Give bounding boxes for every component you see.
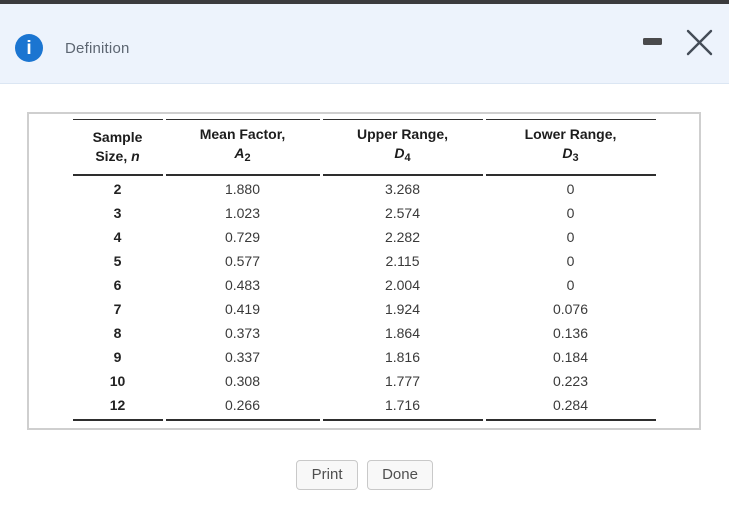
column-header: Sample Size, n [72, 119, 163, 176]
table-cell: 8 [113, 325, 122, 341]
table-cell: 2.574 [384, 205, 421, 221]
dialog-header: i Definition [0, 4, 729, 84]
table-cell: 4 [113, 229, 122, 245]
table-row: 2 1.880 3.268 0 [73, 176, 656, 202]
table-cell: 0.419 [224, 301, 261, 317]
print-button[interactable]: Print [296, 460, 359, 490]
done-button[interactable]: Done [367, 460, 433, 490]
table-cell: 0.223 [552, 373, 589, 389]
table-cell: 3 [113, 205, 122, 221]
table-cell: 1.880 [224, 181, 261, 197]
close-button[interactable] [683, 26, 716, 59]
table-cell: 0 [566, 277, 575, 293]
table-cell: 0.729 [224, 229, 261, 245]
table-cell: 0.483 [224, 277, 261, 293]
definition-dialog: i Definition Sample Size, n Mean Factor, A2… [0, 0, 729, 490]
table-row: 12 0.266 1.716 0.284 [72, 394, 656, 421]
table-cell: 0 [566, 205, 575, 221]
table-cell: 10 [109, 373, 126, 389]
table-cell: 0.577 [224, 253, 261, 269]
minimize-icon [642, 37, 662, 45]
table-row: 7 0.419 1.924 0.076 [73, 298, 656, 322]
column-header: Mean Factor, A2 [165, 119, 320, 176]
table-cell: 2.115 [385, 253, 420, 269]
table-cell: 0.308 [224, 373, 261, 389]
minimize-button[interactable] [637, 30, 667, 52]
table-cell: 0.266 [165, 394, 320, 421]
table-cell: 0.076 [552, 301, 589, 317]
table-cell: 0 [566, 229, 575, 245]
table-row: 5 0.577 2.115 0 [73, 250, 656, 274]
dialog-title: Definition [65, 40, 130, 57]
table-cell: 0.136 [552, 325, 589, 341]
table-cell: 2.004 [384, 277, 421, 293]
control-chart-factors-table: Sample Size, n Mean Factor, A2 Upper Range, D… [70, 119, 659, 421]
dialog-button-row: Print Done [0, 460, 729, 490]
table-row: 3 1.023 2.574 0 [73, 202, 656, 226]
table-panel: Sample Size, n Mean Factor, A2 Upper Range, D… [27, 112, 701, 430]
table-cell: 2 [113, 181, 122, 197]
close-icon [686, 29, 713, 56]
table-cell: 0.337 [224, 349, 261, 365]
table-cell: 12 [72, 394, 163, 421]
table-cell: 7 [113, 301, 122, 317]
table-cell: 0.373 [224, 325, 261, 341]
table-cell: 1.716 [322, 394, 483, 421]
table-cell: 5 [113, 253, 122, 269]
table-row: 8 0.373 1.864 0.136 [73, 322, 656, 346]
info-icon: i [15, 34, 43, 62]
table-cell: 0.184 [552, 349, 589, 365]
table-cell: 9 [113, 349, 122, 365]
table-cell: 0 [566, 181, 575, 197]
column-header: Upper Range, D4 [322, 119, 483, 176]
table-cell: 0.284 [485, 394, 656, 421]
table-cell: 1.816 [384, 349, 421, 365]
table-row: 10 0.308 1.777 0.223 [73, 370, 656, 394]
table-row: 9 0.337 1.816 0.184 [73, 346, 656, 370]
table-cell: 2.282 [384, 229, 421, 245]
table-cell: 6 [113, 277, 122, 293]
table-cell: 3.268 [384, 181, 421, 197]
table-header-row: Sample Size, n Mean Factor, A2 Upper Range, D… [72, 119, 656, 176]
table-cell: 1.924 [384, 301, 421, 317]
column-header: Lower Range, D3 [485, 119, 656, 176]
table-cell: 0 [566, 253, 575, 269]
table-cell: 1.777 [384, 373, 421, 389]
table-row: 6 0.483 2.004 0 [73, 274, 656, 298]
table-row: 4 0.729 2.282 0 [73, 226, 656, 250]
table-cell: 1.864 [384, 325, 421, 341]
table-cell: 1.023 [224, 205, 261, 221]
